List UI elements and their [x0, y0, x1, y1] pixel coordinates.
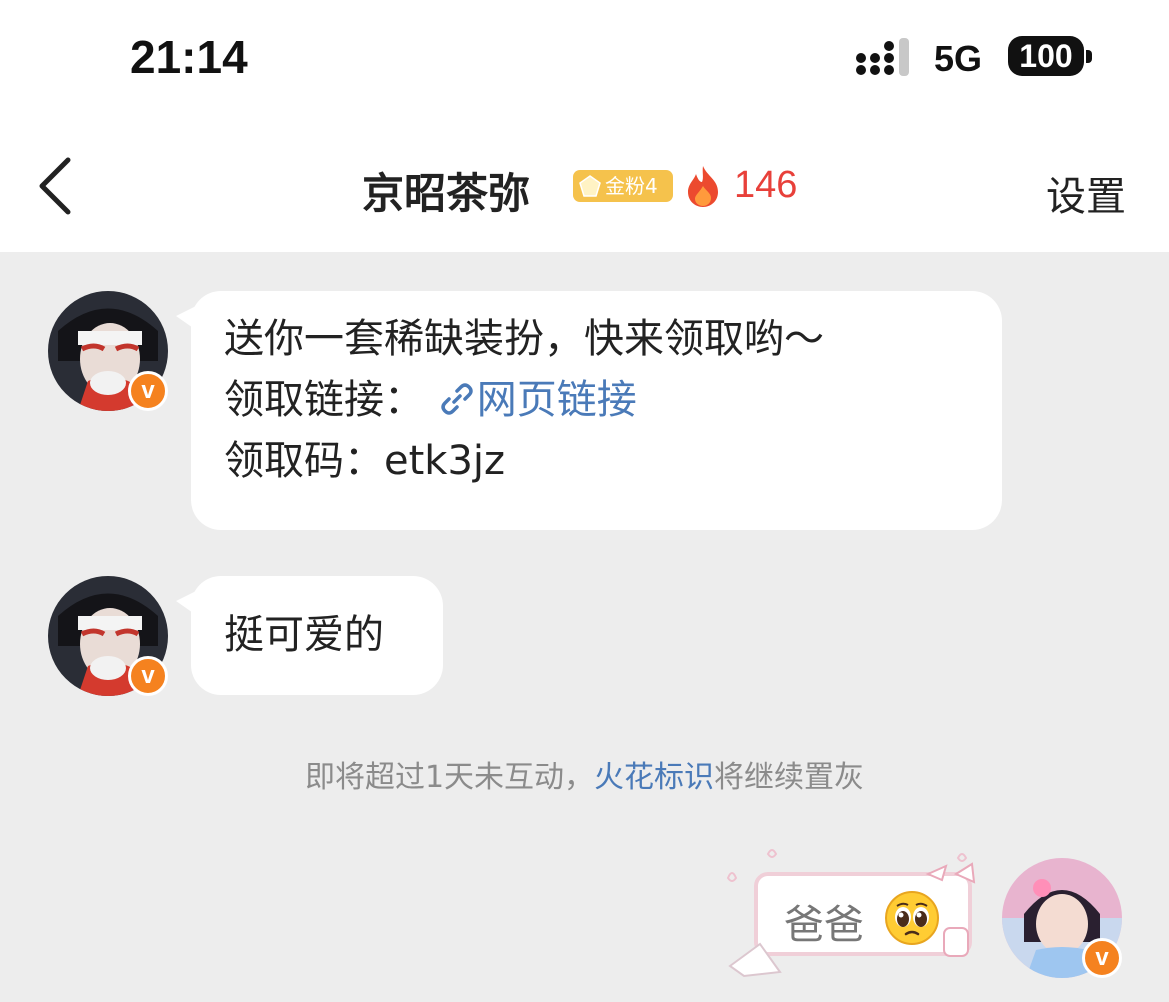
chat-title[interactable]: 京昭茶弥: [362, 160, 530, 221]
notice-prefix: 即将超过1天未互动，: [304, 760, 595, 795]
message-text: 领取码：etk3jz: [224, 438, 506, 484]
message-bubble[interactable]: 挺可爱的: [191, 576, 443, 695]
spark-notice: 即将超过1天未互动，火花标识将继续置灰: [0, 752, 1169, 796]
message-text: 送你一套稀缺装扮，快来领取哟～: [224, 316, 824, 362]
battery-tip: [1086, 50, 1092, 63]
my-message-text: 爸爸: [784, 902, 864, 948]
fire-icon: [688, 166, 718, 207]
pleading-face-icon: [885, 891, 939, 945]
settings-button[interactable]: 设置: [1046, 164, 1126, 222]
fan-level-badge: 金粉4: [573, 170, 673, 202]
gem-icon: [579, 175, 601, 197]
verified-v-icon: v: [128, 371, 168, 411]
link-icon: [440, 383, 473, 415]
status-time: 21:14: [130, 31, 248, 83]
message-text: 领取链接： 网页链接: [224, 370, 1002, 431]
fan-badge-label: 金粉4: [605, 174, 658, 198]
signal-icon: [856, 38, 909, 76]
message-text: 挺可爱的: [224, 612, 384, 658]
web-link[interactable]: 网页链接: [437, 377, 637, 423]
network-type: 5G: [934, 38, 983, 79]
message-bubble[interactable]: 送你一套稀缺装扮，快来领取哟～ 领取链接： 网页链接 领取码：etk3jz: [191, 291, 1002, 530]
battery-indicator: 100: [1008, 36, 1084, 76]
notice-suffix: 将继续置灰: [714, 760, 865, 795]
verified-v-icon: v: [1082, 938, 1122, 978]
spark-mark-link[interactable]: 火花标识: [594, 760, 714, 795]
chat-header: 京昭茶弥 金粉4 146 设置: [0, 120, 1169, 252]
link-label: 领取链接：: [224, 377, 424, 423]
verified-v-icon: v: [128, 656, 168, 696]
status-bar: 21:14 5G 100: [0, 0, 1169, 120]
fire-streak-count: 146: [734, 164, 798, 206]
web-link-text: 网页链接: [476, 377, 637, 423]
back-arrow-icon[interactable]: [30, 154, 80, 218]
